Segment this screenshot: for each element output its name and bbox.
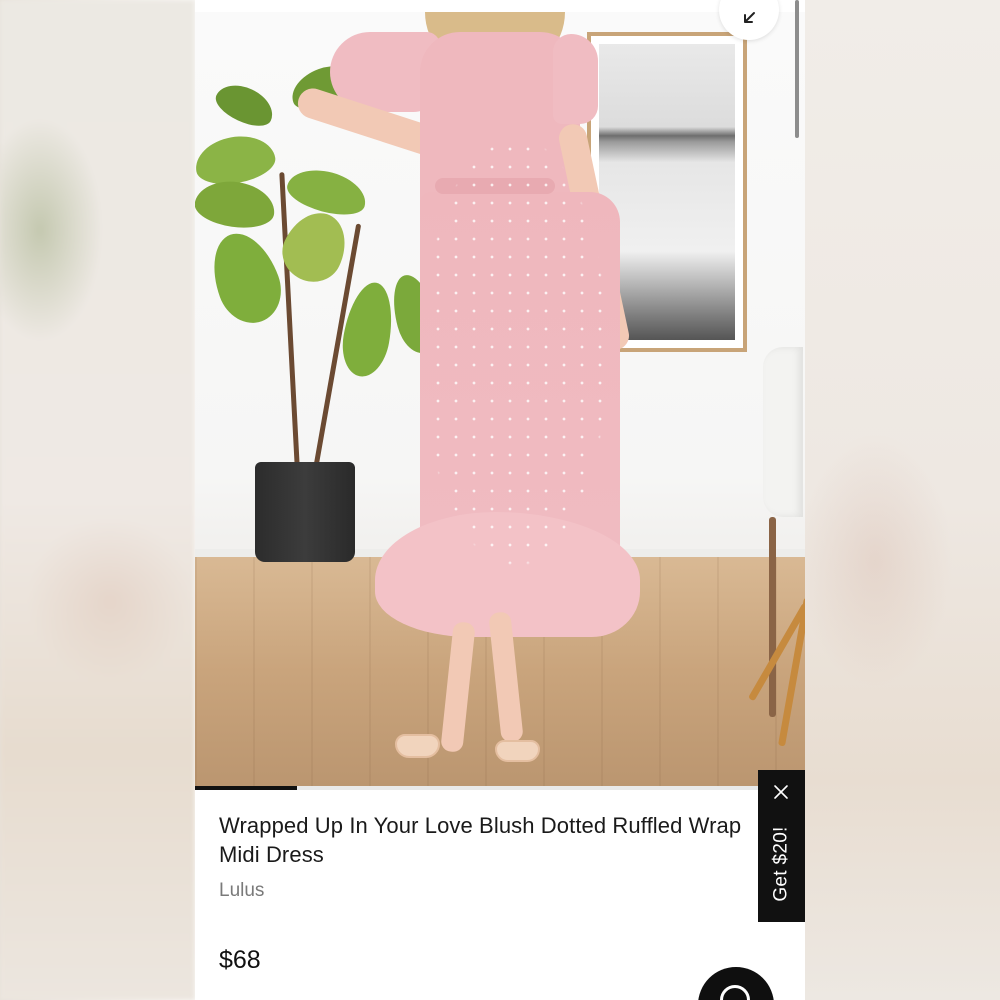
blurred-background-left bbox=[0, 0, 195, 1000]
promo-label-wrap[interactable]: Get $20! bbox=[758, 814, 805, 914]
image-progress-bar bbox=[195, 786, 805, 790]
product-title: Wrapped Up In Your Love Blush Dotted Ruf… bbox=[219, 813, 742, 867]
product-screen: Wrapped Up In Your Love Blush Dotted Ruf… bbox=[195, 0, 805, 1000]
brand-name[interactable]: Lulus bbox=[219, 880, 264, 902]
product-price: $68 bbox=[219, 946, 261, 974]
arrow-down-left-icon bbox=[744, 12, 755, 23]
blurred-background-right bbox=[805, 0, 1000, 1000]
promo-close-button[interactable] bbox=[769, 780, 793, 804]
promo-tab[interactable]: Get $20! bbox=[758, 770, 805, 922]
close-icon bbox=[774, 785, 788, 799]
image-progress-fill bbox=[195, 786, 297, 790]
plant-pot bbox=[255, 462, 355, 562]
scrollbar[interactable] bbox=[795, 0, 799, 138]
promo-label: Get $20! bbox=[770, 826, 792, 902]
product-image[interactable] bbox=[195, 12, 805, 786]
chair bbox=[747, 347, 805, 767]
chat-button[interactable] bbox=[698, 967, 774, 1000]
chat-icon bbox=[720, 985, 750, 1000]
